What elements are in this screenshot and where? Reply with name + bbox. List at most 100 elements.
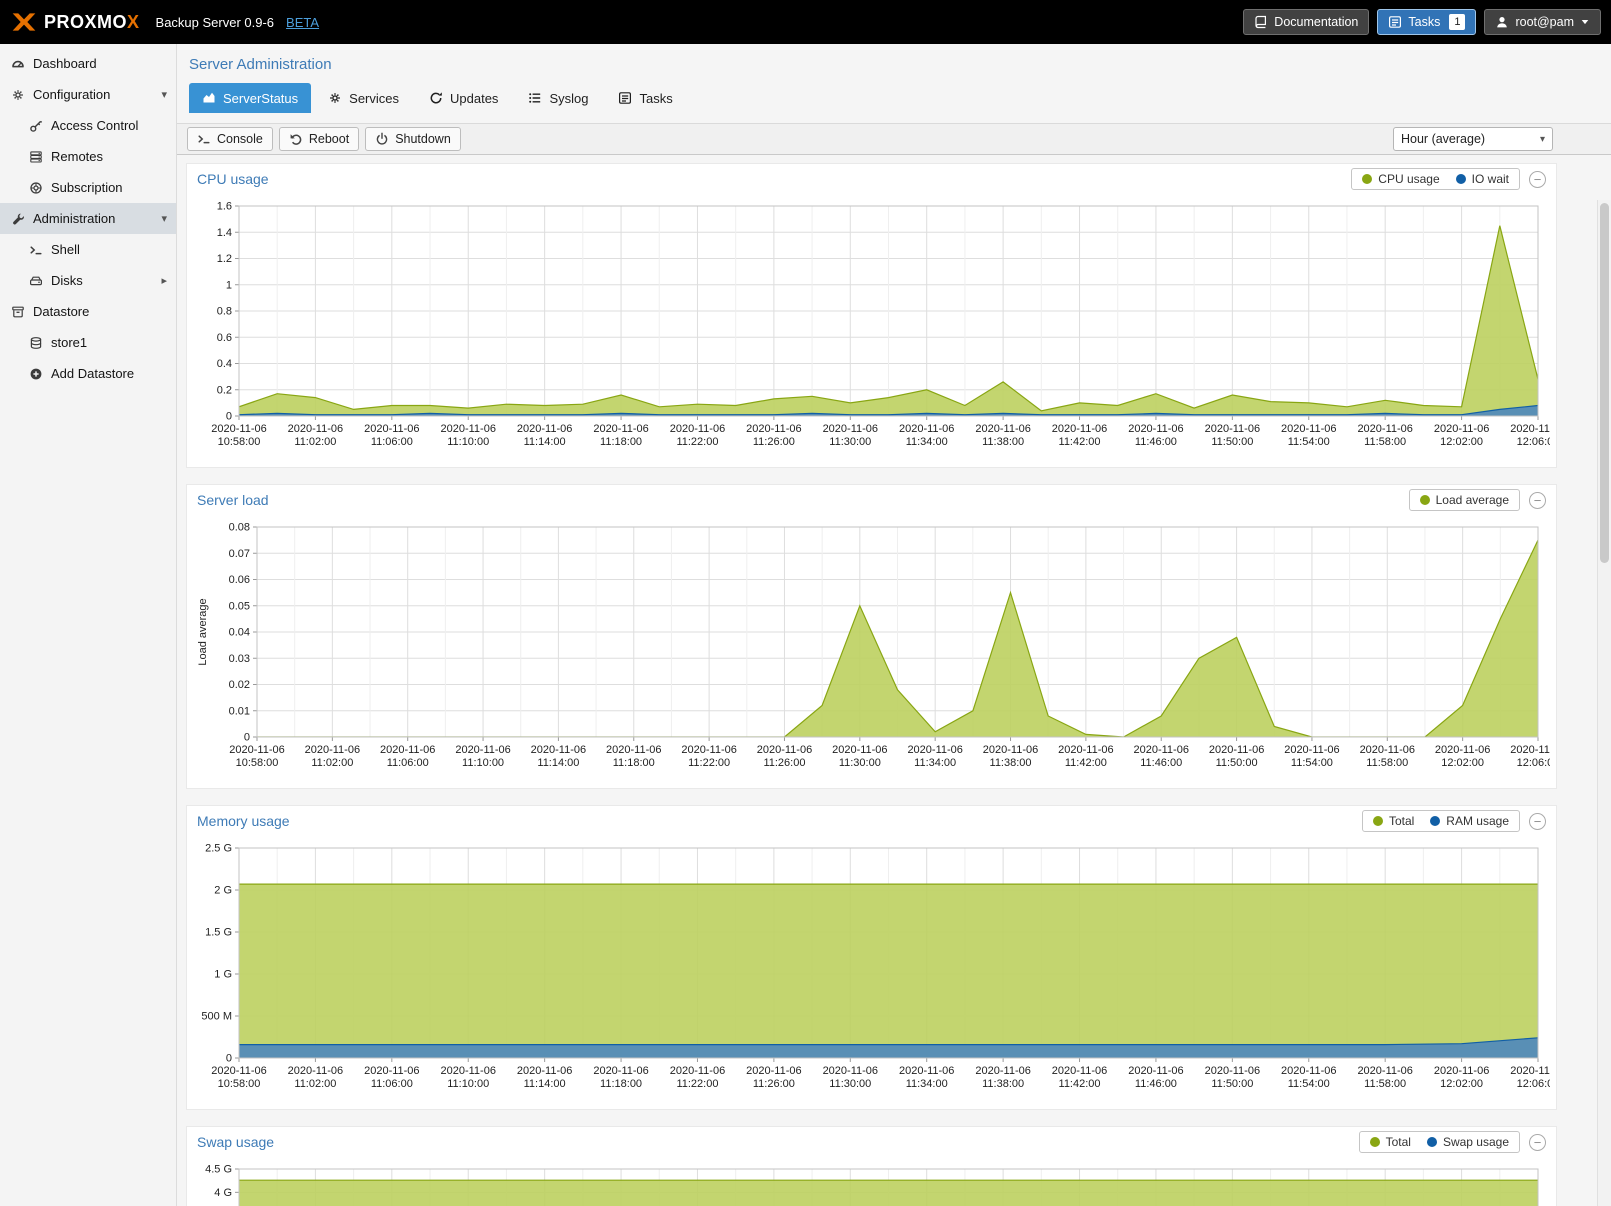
tab-tasks[interactable]: Tasks	[605, 83, 685, 113]
tab-updates[interactable]: Updates	[416, 83, 511, 113]
svg-text:2020-11-06: 2020-11-06	[907, 744, 962, 756]
svg-text:2020-11-06: 2020-11-06	[380, 744, 435, 756]
legend-dot	[1430, 816, 1440, 826]
sidebar-item-label: Remotes	[51, 149, 103, 164]
svg-text:11:26:00: 11:26:00	[753, 436, 795, 448]
svg-text:11:30:00: 11:30:00	[829, 1078, 871, 1090]
svg-text:11:34:00: 11:34:00	[906, 436, 948, 448]
legend-dot	[1420, 495, 1430, 505]
svg-text:4.5 G: 4.5 G	[205, 1164, 232, 1176]
svg-text:11:30:00: 11:30:00	[839, 757, 881, 769]
svg-text:2.5 G: 2.5 G	[205, 843, 232, 855]
sidebar-item-shell[interactable]: Shell	[0, 234, 176, 265]
area-chart-icon	[202, 91, 216, 105]
svg-text:0: 0	[226, 1053, 232, 1065]
panel-title: Server load	[197, 492, 269, 508]
panel-header: Swap usage Total Swap usage −	[187, 1127, 1556, 1157]
svg-text:10:58:00: 10:58:00	[236, 757, 279, 769]
sidebar-item-access-control[interactable]: Access Control	[0, 110, 176, 141]
svg-text:2020-11-06: 2020-11-06	[531, 744, 586, 756]
collapse-panel-icon[interactable]: −	[1529, 171, 1546, 188]
sidebar-item-label: store1	[51, 335, 87, 350]
svg-text:12:06:00: 12:06:00	[1517, 757, 1550, 769]
sidebar-item-disks[interactable]: Disks▸	[0, 265, 176, 296]
collapse-panel-icon[interactable]: −	[1529, 1134, 1546, 1151]
svg-text:12:06:00: 12:06:00	[1517, 1078, 1550, 1090]
sidebar-item-configuration[interactable]: Configuration▾	[0, 79, 176, 110]
panel-title: Swap usage	[197, 1134, 274, 1150]
sidebar-item-label: Add Datastore	[51, 366, 134, 381]
svg-text:2020-11-06: 2020-11-06	[823, 1065, 878, 1077]
legend-dot	[1456, 174, 1466, 184]
console-button[interactable]: Console	[187, 127, 273, 151]
sidebar-item-remotes[interactable]: Remotes	[0, 141, 176, 172]
svg-text:2020-11-06: 2020-11-06	[746, 1065, 801, 1077]
top-bar: PROXMOX Backup Server 0.9-6 BETA Documen…	[0, 0, 1611, 44]
page-title: Server Administration	[189, 56, 1611, 73]
svg-text:2020-11-06: 2020-11-06	[1434, 423, 1489, 435]
support-icon	[29, 181, 43, 195]
main-layout: DashboardConfiguration▾Access Control Rem…	[0, 44, 1611, 1206]
legend-entry: Total	[1370, 1135, 1411, 1149]
svg-text:12:06:00: 12:06:00	[1517, 436, 1550, 448]
svg-text:2020-11-06: 2020-11-06	[593, 1065, 648, 1077]
svg-text:11:26:00: 11:26:00	[763, 757, 805, 769]
svg-text:11:38:00: 11:38:00	[982, 436, 1024, 448]
svg-text:11:02:00: 11:02:00	[294, 436, 336, 448]
tab-serverstatus[interactable]: ServerStatus	[189, 83, 311, 113]
timeframe-select[interactable]: Hour (average) ▾	[1393, 127, 1553, 151]
toolbar: Console Reboot Shutdown Hour (average) ▾	[177, 123, 1611, 155]
legend-entry: Total	[1373, 814, 1414, 828]
tab-services[interactable]: Services	[315, 83, 412, 113]
svg-text:0.04: 0.04	[229, 627, 250, 639]
beta-link[interactable]: BETA	[286, 15, 319, 30]
svg-text:1: 1	[226, 279, 232, 291]
svg-text:2020-11-06: 2020-11-06	[1510, 744, 1550, 756]
sidebar-item-store1[interactable]: store1	[0, 327, 176, 358]
collapse-panel-icon[interactable]: −	[1529, 813, 1546, 830]
reboot-button[interactable]: Reboot	[279, 127, 359, 151]
svg-text:11:58:00: 11:58:00	[1366, 757, 1408, 769]
list-alt-icon	[618, 91, 632, 105]
svg-text:2020-11-06: 2020-11-06	[364, 1065, 419, 1077]
svg-text:2020-11-06: 2020-11-06	[517, 423, 572, 435]
shutdown-button[interactable]: Shutdown	[365, 127, 461, 151]
svg-text:11:18:00: 11:18:00	[600, 436, 642, 448]
svg-text:2020-11-06: 2020-11-06	[1209, 744, 1264, 756]
svg-text:0.02: 0.02	[229, 679, 250, 691]
sidebar-item-datastore[interactable]: Datastore	[0, 296, 176, 327]
svg-text:11:14:00: 11:14:00	[524, 1078, 566, 1090]
tasks-button[interactable]: Tasks 1	[1377, 9, 1476, 35]
vertical-scrollbar[interactable]	[1597, 200, 1611, 1206]
svg-text:2020-11-06: 2020-11-06	[455, 744, 510, 756]
sidebar-item-subscription[interactable]: Subscription	[0, 172, 176, 203]
svg-text:2020-11-06: 2020-11-06	[288, 423, 343, 435]
main-content: Server Administration ServerStatusServic…	[177, 44, 1611, 1206]
svg-text:2 G: 2 G	[214, 885, 232, 897]
svg-text:11:46:00: 11:46:00	[1135, 1078, 1177, 1090]
chart-legend: TotalRAM usage	[1362, 810, 1520, 832]
svg-text:2020-11-06: 2020-11-06	[211, 423, 266, 435]
svg-text:2020-11-06: 2020-11-06	[1510, 1065, 1550, 1077]
panel-body: 00.010.020.030.040.050.060.070.082020-11…	[187, 515, 1556, 788]
legend-entry: Swap usage	[1427, 1135, 1509, 1149]
svg-text:Load average: Load average	[197, 598, 209, 665]
svg-text:12:02:00: 12:02:00	[1440, 436, 1483, 448]
svg-text:2020-11-06: 2020-11-06	[1360, 744, 1415, 756]
svg-text:0.2: 0.2	[217, 384, 232, 396]
svg-text:11:38:00: 11:38:00	[990, 757, 1032, 769]
user-menu-button[interactable]: root@pam	[1484, 9, 1601, 35]
sidebar-item-add-datastore[interactable]: Add Datastore	[0, 358, 176, 389]
svg-text:0.05: 0.05	[229, 600, 250, 612]
sidebar-item-dashboard[interactable]: Dashboard	[0, 48, 176, 79]
panel-body: 0500 M1 G1.5 G2 G2.5 G3 G3.5 G4 G4.5 G20…	[187, 1157, 1556, 1206]
svg-text:2020-11-06: 2020-11-06	[1281, 1065, 1336, 1077]
svg-text:11:54:00: 11:54:00	[1288, 1078, 1330, 1090]
sidebar-item-administration[interactable]: Administration▾	[0, 203, 176, 234]
tab-label: Syslog	[549, 91, 588, 106]
tab-syslog[interactable]: Syslog	[515, 83, 601, 113]
svg-text:10:58:00: 10:58:00	[218, 436, 261, 448]
documentation-button[interactable]: Documentation	[1243, 9, 1369, 35]
collapse-panel-icon[interactable]: −	[1529, 492, 1546, 509]
scrollbar-thumb[interactable]	[1600, 203, 1609, 563]
